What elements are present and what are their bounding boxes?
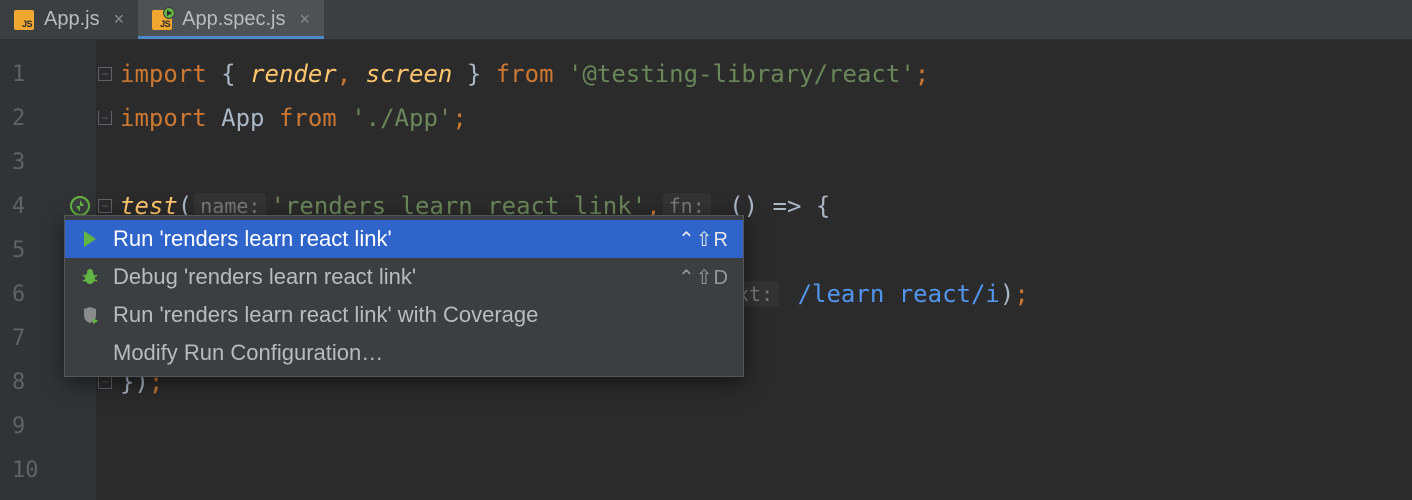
code-line[interactable] bbox=[96, 404, 1029, 448]
fold-toggle-icon[interactable]: − bbox=[98, 375, 112, 389]
code-editor: 1 2 3 4 5 6 7 8 9 10 − − − − import { re… bbox=[0, 40, 1412, 500]
editor-tabs: JS App.js × JS App.spec.js × bbox=[0, 0, 1412, 40]
context-menu: Run 'renders learn react link' ⌃⇧R Debug… bbox=[64, 215, 744, 377]
tab-app-js[interactable]: JS App.js × bbox=[0, 0, 138, 39]
fold-toggle-icon[interactable]: − bbox=[98, 111, 112, 125]
menu-label: Modify Run Configuration… bbox=[113, 340, 729, 366]
menu-run-test[interactable]: Run 'renders learn react link' ⌃⇧R bbox=[65, 220, 743, 258]
line-number: 10 bbox=[0, 448, 96, 492]
line-number: 2 bbox=[0, 96, 96, 140]
close-icon[interactable]: × bbox=[114, 9, 125, 30]
code-line[interactable]: import App from './App'; bbox=[96, 96, 1029, 140]
run-test-gutter-icon[interactable] bbox=[70, 196, 90, 216]
line-number: 9 bbox=[0, 404, 96, 448]
js-spec-file-icon: JS bbox=[152, 10, 172, 30]
menu-debug-test[interactable]: Debug 'renders learn react link' ⌃⇧D bbox=[65, 258, 743, 296]
menu-label: Run 'renders learn react link' with Cove… bbox=[113, 302, 729, 328]
blank-icon bbox=[79, 342, 101, 364]
menu-run-coverage[interactable]: Run 'renders learn react link' with Cove… bbox=[65, 296, 743, 334]
code-line[interactable]: import { render, screen } from '@testing… bbox=[96, 52, 1029, 96]
menu-shortcut: ⌃⇧D bbox=[678, 265, 729, 290]
code-line[interactable] bbox=[96, 448, 1029, 492]
code-line[interactable] bbox=[96, 140, 1029, 184]
fold-toggle-icon[interactable]: − bbox=[98, 67, 112, 81]
line-number: 1 bbox=[0, 52, 96, 96]
menu-modify-config[interactable]: Modify Run Configuration… bbox=[65, 334, 743, 372]
line-number: 3 bbox=[0, 140, 96, 184]
fold-toggle-icon[interactable]: − bbox=[98, 199, 112, 213]
js-file-icon: JS bbox=[14, 10, 34, 30]
menu-shortcut: ⌃⇧R bbox=[678, 227, 729, 252]
bug-icon bbox=[79, 266, 101, 288]
tab-app-spec-js[interactable]: JS App.spec.js × bbox=[138, 0, 324, 39]
menu-label: Debug 'renders learn react link' bbox=[113, 264, 666, 290]
close-icon[interactable]: × bbox=[300, 9, 311, 30]
tab-label: App.spec.js bbox=[182, 8, 285, 31]
menu-label: Run 'renders learn react link' bbox=[113, 226, 666, 252]
shield-play-icon bbox=[79, 304, 101, 326]
tab-label: App.js bbox=[44, 8, 100, 31]
play-icon bbox=[79, 228, 101, 250]
